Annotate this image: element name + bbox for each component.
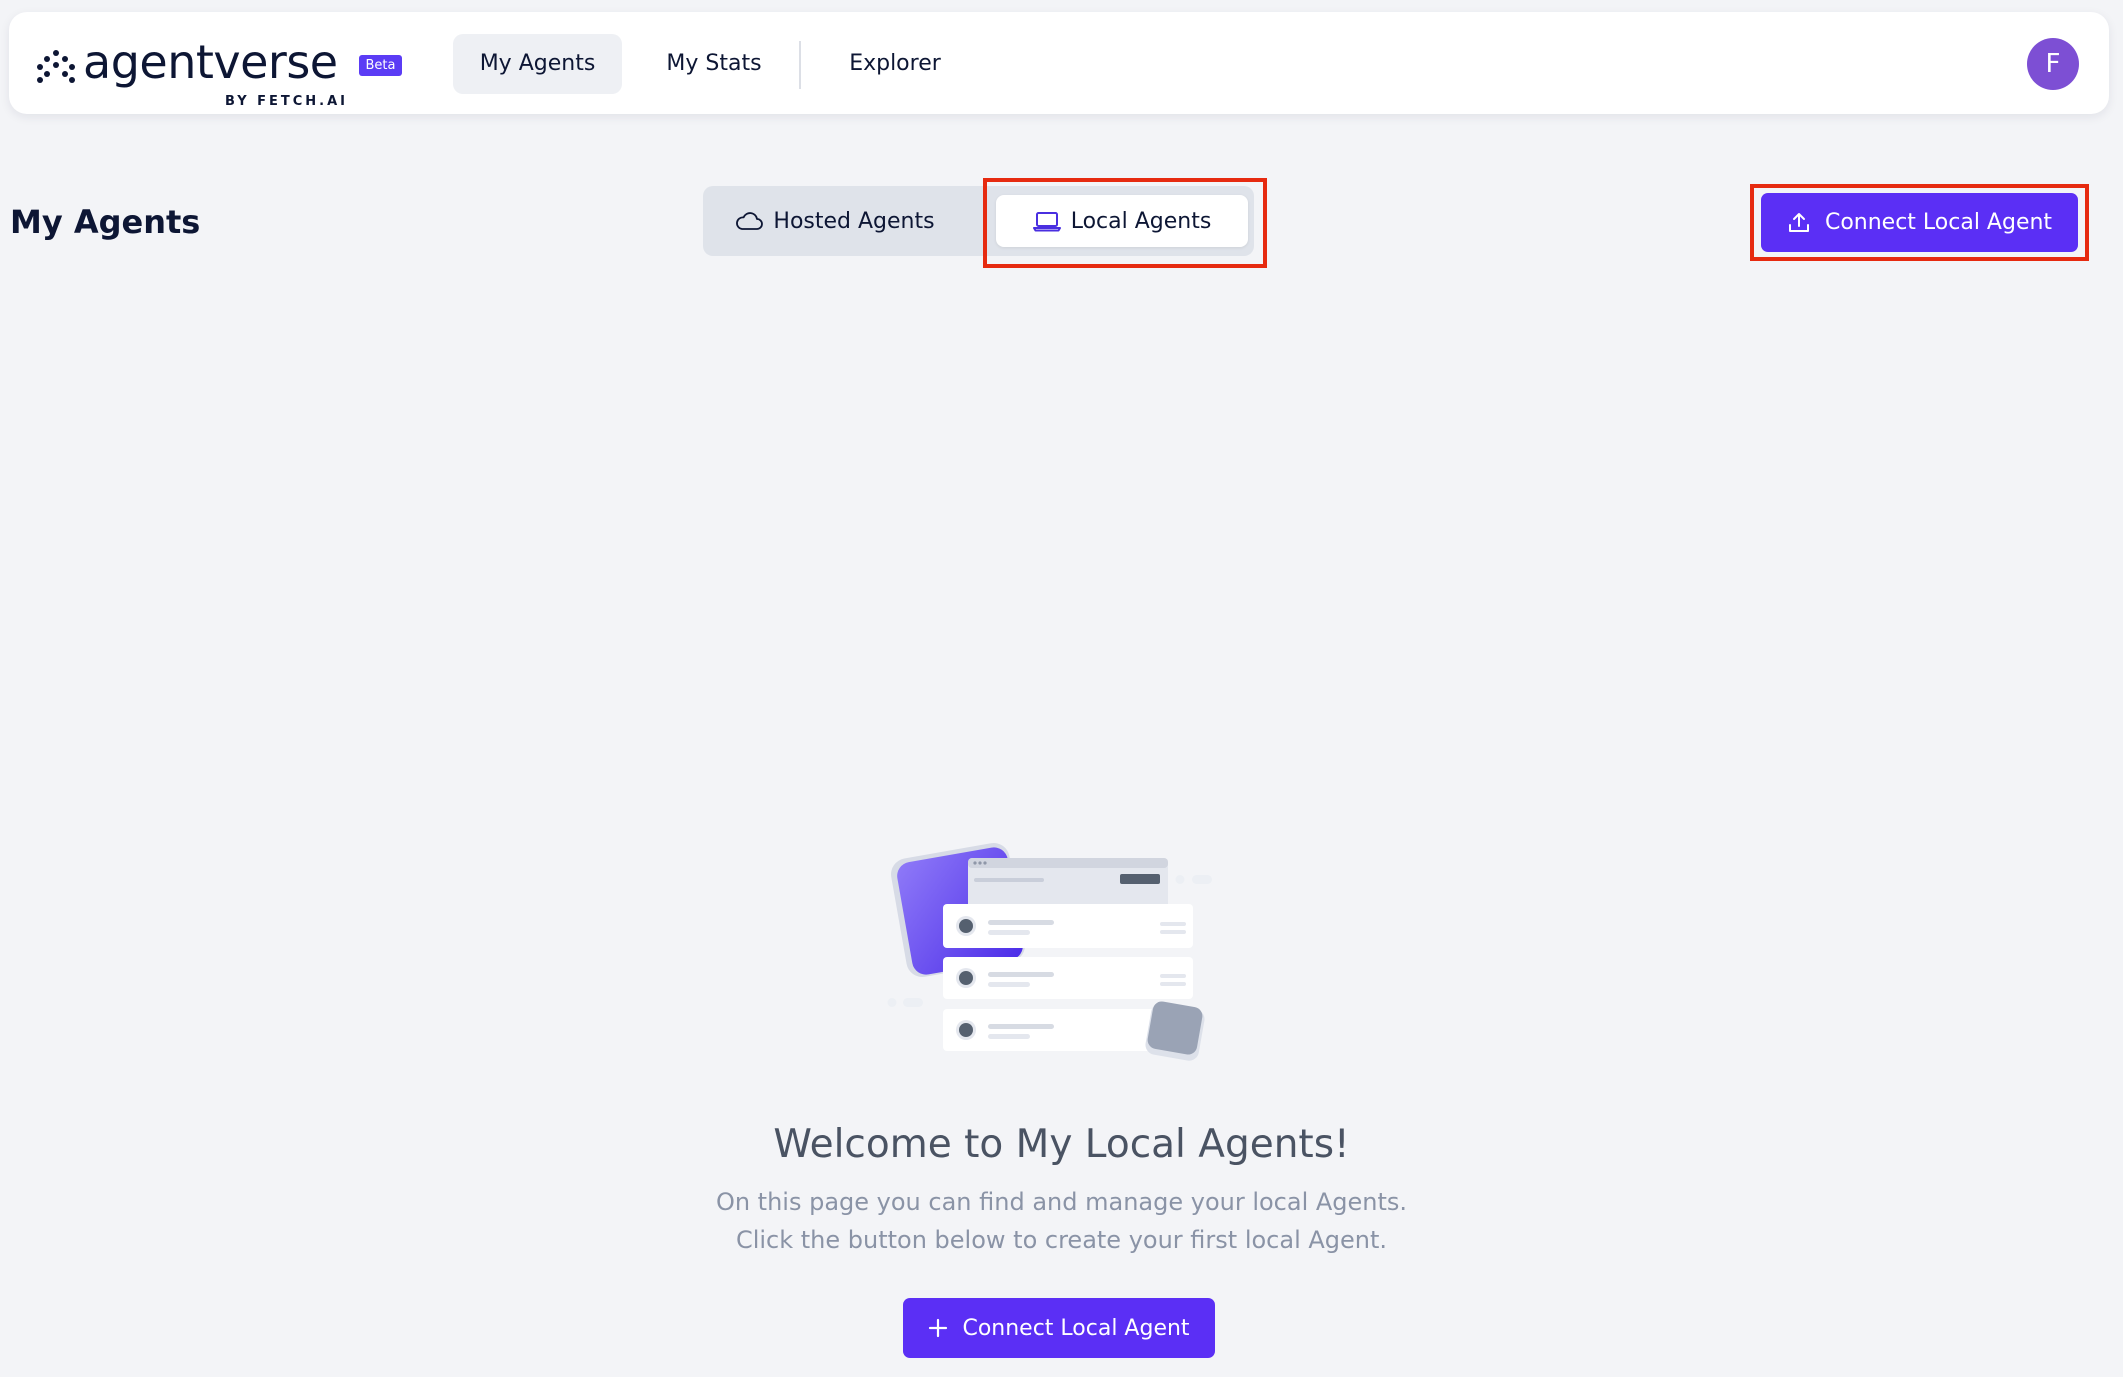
tab-local-agents[interactable]: Local Agents: [996, 195, 1248, 247]
logo-dots-icon: [37, 50, 75, 83]
top-navbar: agentverse Beta BY FETCH.AI My Agents My…: [9, 12, 2109, 114]
empty-state-description: On this page you can find and manage you…: [0, 1183, 2123, 1259]
connect-local-agent-button[interactable]: Connect Local Agent: [1761, 193, 2078, 252]
tab-hosted-agents[interactable]: Hosted Agents: [729, 195, 941, 247]
nav-divider: [799, 41, 801, 89]
empty-state-line-1: On this page you can find and manage you…: [715, 1188, 1408, 1216]
agentverse-logo[interactable]: agentverse Beta BY FETCH.AI: [36, 34, 402, 114]
connect-local-agent-cta-label: Connect Local Agent: [962, 1315, 1190, 1341]
nav-my-stats[interactable]: My Stats: [643, 34, 785, 94]
plus-icon: [929, 1318, 948, 1338]
agent-type-tabs: Hosted Agents Local Agents: [703, 186, 1254, 256]
connect-local-agent-label: Connect Local Agent: [1824, 210, 2053, 235]
cloud-icon: [736, 212, 764, 230]
page-title: My Agents: [10, 203, 201, 241]
user-avatar[interactable]: F: [2027, 38, 2079, 90]
beta-badge: Beta: [359, 55, 402, 76]
empty-state-illustration: [887, 843, 1212, 1061]
tab-local-label: Local Agents: [1070, 208, 1212, 234]
connect-local-agent-cta-button[interactable]: Connect Local Agent: [903, 1298, 1215, 1358]
logo-byline: BY FETCH.AI: [225, 94, 349, 109]
empty-state-line-2: Click the button below to create your fi…: [735, 1226, 1388, 1254]
laptop-icon: [1032, 212, 1061, 232]
upload-icon: [1788, 212, 1809, 232]
nav-explorer[interactable]: Explorer: [824, 34, 966, 94]
empty-state-title: Welcome to My Local Agents!: [773, 1122, 1350, 1167]
logo-wordmark: agentverse: [83, 35, 338, 89]
nav-my-agents[interactable]: My Agents: [453, 34, 622, 94]
tab-hosted-label: Hosted Agents: [773, 208, 935, 234]
